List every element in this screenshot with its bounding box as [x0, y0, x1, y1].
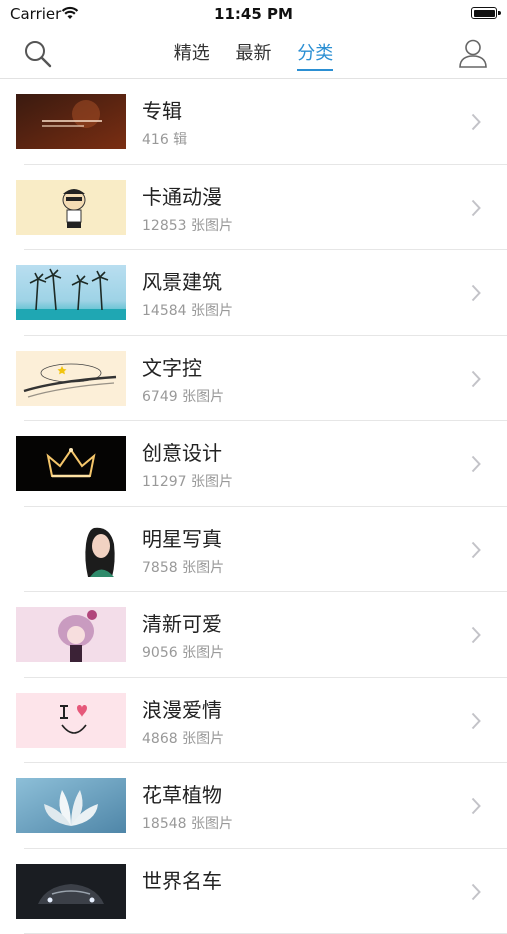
- chevron-right-icon: [471, 626, 481, 644]
- tab-bar: 精选 最新 分类: [0, 39, 507, 71]
- landscape-thumbnail: [16, 265, 126, 320]
- cute-girl-thumbnail: [16, 607, 126, 662]
- category-count: 14584 张图片: [142, 300, 233, 320]
- category-title: 创意设计: [142, 437, 222, 466]
- category-list: 专辑 416 辑 卡通动漫 12853 张图片 风景建筑: [0, 79, 507, 934]
- chevron-right-icon: [471, 113, 481, 131]
- list-item[interactable]: 风景建筑 14584 张图片: [0, 250, 507, 336]
- category-title: 明星写真: [142, 523, 222, 552]
- list-item[interactable]: 明星写真 7858 张图片: [0, 507, 507, 593]
- list-item[interactable]: 花草植物 18548 张图片: [0, 763, 507, 849]
- category-title: 世界名车: [142, 865, 222, 894]
- status-bar: Carrier 11:45 PM: [0, 0, 507, 28]
- category-title: 卡通动漫: [142, 181, 222, 210]
- tab-featured[interactable]: 精选: [174, 39, 210, 69]
- portrait-thumbnail: [16, 522, 126, 577]
- chevron-right-icon: [471, 199, 481, 217]
- category-title: 专辑: [142, 95, 182, 124]
- category-title: 文字控: [142, 352, 202, 381]
- list-item[interactable]: 卡通动漫 12853 张图片: [0, 165, 507, 251]
- category-count: 4868 张图片: [142, 728, 224, 748]
- category-count: 18548 张图片: [142, 813, 233, 833]
- category-count: 6749 张图片: [142, 386, 224, 406]
- list-item[interactable]: 世界名车: [0, 849, 507, 934]
- nav-bar: 精选 最新 分类: [0, 28, 507, 79]
- car-thumbnail: [16, 864, 126, 919]
- category-count: 416 辑: [142, 129, 187, 149]
- list-item[interactable]: 文字控 6749 张图片: [0, 336, 507, 422]
- chevron-right-icon: [471, 370, 481, 388]
- category-count: 7858 张图片: [142, 557, 224, 577]
- category-title: 清新可爱: [142, 608, 222, 637]
- list-item[interactable]: 创意设计 11297 张图片: [0, 421, 507, 507]
- category-title: 风景建筑: [142, 266, 222, 295]
- user-icon[interactable]: [457, 37, 489, 69]
- category-count: 9056 张图片: [142, 642, 224, 662]
- chevron-right-icon: [471, 797, 481, 815]
- category-title: 浪漫爱情: [142, 694, 222, 723]
- category-title: 花草植物: [142, 779, 222, 808]
- love-thumbnail: [16, 693, 126, 748]
- chevron-right-icon: [471, 284, 481, 302]
- typography-thumbnail: [16, 351, 126, 406]
- category-count: 11297 张图片: [142, 471, 233, 491]
- tab-latest[interactable]: 最新: [236, 39, 272, 69]
- list-item[interactable]: 清新可爱 9056 张图片: [0, 592, 507, 678]
- list-item[interactable]: 专辑 416 辑: [0, 79, 507, 165]
- album-thumbnail: [16, 94, 126, 149]
- clock: 11:45 PM: [0, 5, 507, 23]
- chevron-right-icon: [471, 883, 481, 901]
- chevron-right-icon: [471, 455, 481, 473]
- crown-thumbnail: [16, 436, 126, 491]
- tab-categories[interactable]: 分类: [297, 39, 333, 71]
- chevron-right-icon: [471, 541, 481, 559]
- category-count: 12853 张图片: [142, 215, 233, 235]
- chevron-right-icon: [471, 712, 481, 730]
- list-item[interactable]: 浪漫爱情 4868 张图片: [0, 678, 507, 764]
- flower-thumbnail: [16, 778, 126, 833]
- cartoon-thumbnail: [16, 180, 126, 235]
- battery-icon: [471, 7, 497, 19]
